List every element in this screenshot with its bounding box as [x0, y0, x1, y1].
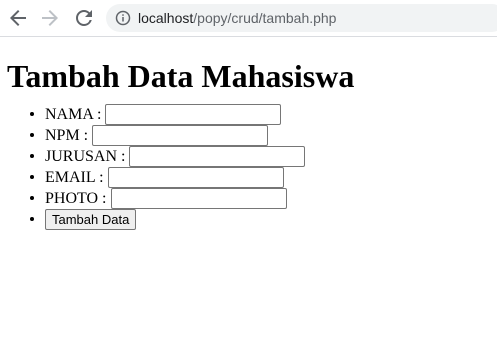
url-text[interactable]: localhost/popy/crud/tambah.php: [138, 9, 336, 27]
url-path: /popy/crud/tambah.php: [193, 10, 337, 26]
npm-input[interactable]: [92, 124, 269, 146]
list-item-nama: NAMA :: [45, 103, 497, 125]
list-item-jurusan: JURUSAN :: [45, 145, 497, 167]
nama-input[interactable]: [105, 103, 282, 125]
url-host: localhost: [138, 10, 194, 26]
forward-button[interactable]: [38, 6, 62, 30]
photo-input[interactable]: [110, 187, 287, 209]
list-item-email: EMAIL :: [45, 166, 497, 188]
email-input[interactable]: [107, 166, 284, 188]
list-item-photo: PHOTO :: [45, 187, 497, 209]
list-item-npm: NPM :: [45, 124, 497, 146]
list-item-submit: Tambah Data: [45, 208, 497, 230]
page-content: Tambah Data Mahasiswa NAMA : NPM : JURUS…: [0, 37, 497, 230]
tambah-data-button[interactable]: Tambah Data: [45, 208, 137, 230]
info-icon[interactable]: [115, 10, 131, 26]
jurusan-input[interactable]: [129, 145, 306, 167]
arrow-right-icon: [42, 10, 58, 26]
reload-icon: [76, 9, 92, 26]
page-title: Tambah Data Mahasiswa: [7, 58, 355, 94]
nama-label: NAMA :: [45, 105, 102, 123]
email-label: EMAIL :: [45, 168, 104, 186]
npm-label: NPM :: [45, 126, 89, 144]
browser-toolbar: localhost/popy/crud/tambah.php: [0, 0, 497, 37]
photo-label: PHOTO :: [45, 189, 107, 207]
back-button[interactable]: [6, 6, 30, 30]
arrow-left-icon: [10, 10, 26, 26]
reload-button[interactable]: [72, 6, 96, 30]
jurusan-label: JURUSAN :: [45, 147, 126, 165]
address-bar[interactable]: localhost/popy/crud/tambah.php: [106, 4, 497, 32]
form-list: NAMA : NPM : JURUSAN : EMAIL : PHOTO : T…: [0, 103, 497, 230]
